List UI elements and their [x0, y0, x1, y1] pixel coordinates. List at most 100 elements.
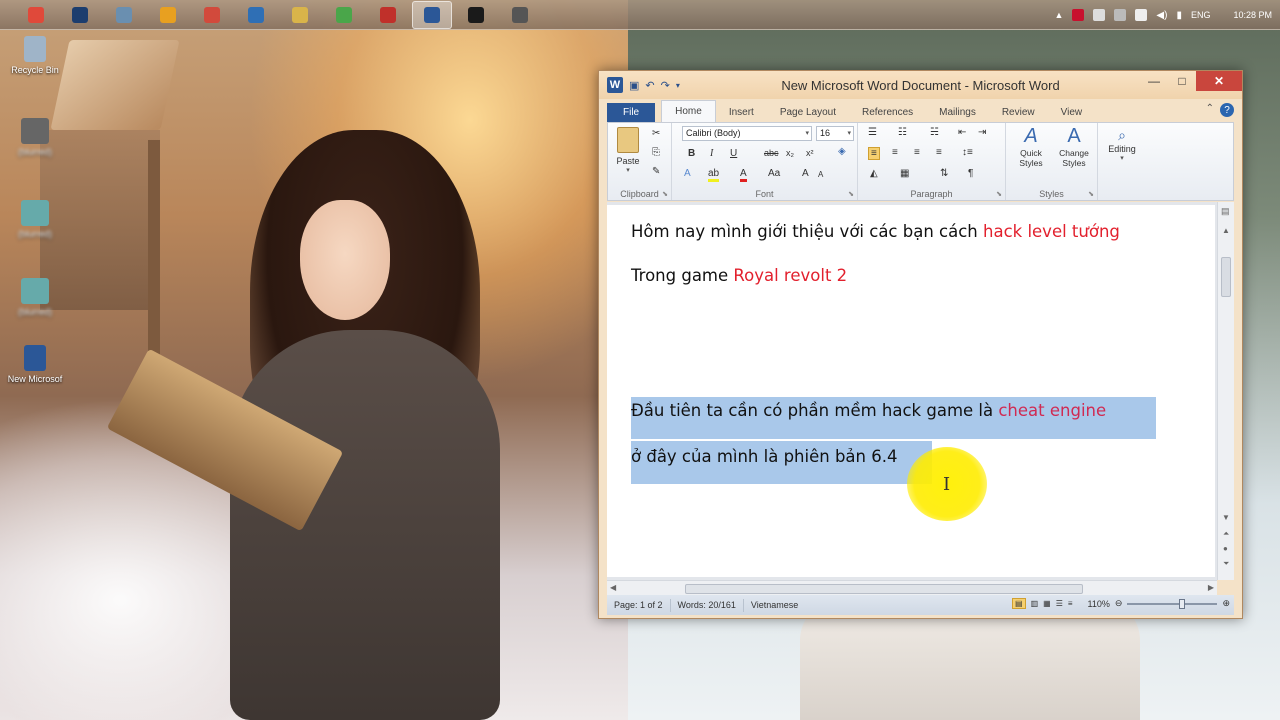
- desktop-icon-word-doc[interactable]: New Microsof: [0, 345, 70, 384]
- paragraph-launcher-icon[interactable]: ⬊: [996, 190, 1002, 198]
- change-styles-button[interactable]: A Change Styles: [1054, 125, 1094, 168]
- strikethrough-icon[interactable]: abc: [764, 148, 779, 158]
- superscript-icon[interactable]: x²: [806, 148, 814, 158]
- previous-page-icon[interactable]: ⏶: [1223, 529, 1229, 539]
- copy-icon[interactable]: ⎘: [652, 147, 660, 158]
- horizontal-scroll-thumb[interactable]: [685, 584, 1083, 594]
- language-indicator[interactable]: ENG: [1191, 10, 1211, 20]
- shrink-font-icon[interactable]: A: [818, 170, 823, 179]
- paste-button[interactable]: Paste ▾: [614, 127, 642, 174]
- tab-insert[interactable]: Insert: [716, 103, 767, 122]
- underline-icon[interactable]: U: [730, 148, 737, 159]
- taskbar-button-image-viewer[interactable]: [104, 1, 144, 29]
- taskbar-button-app-red[interactable]: [368, 1, 408, 29]
- vertical-scrollbar[interactable]: ▤ ▲ ▼ ⏶ ● ⏷: [1217, 202, 1234, 580]
- subscript-icon[interactable]: x₂: [786, 148, 794, 158]
- next-page-icon[interactable]: ⏷: [1223, 559, 1229, 569]
- tray-app-v-icon[interactable]: [1072, 9, 1085, 21]
- tray-app-icon[interactable]: [1093, 9, 1106, 21]
- taskbar-button-word[interactable]: [412, 0, 452, 29]
- highlight-icon[interactable]: ab: [708, 168, 720, 182]
- word-count[interactable]: Words: 20/161: [671, 598, 744, 612]
- taskbar-button-winamp[interactable]: [148, 1, 188, 29]
- editing-button[interactable]: ⌕ Editing ▾: [1102, 127, 1142, 162]
- web-layout-view-icon[interactable]: ▦: [1043, 599, 1051, 608]
- clock[interactable]: 10:28 PM: [1233, 10, 1272, 20]
- borders-icon[interactable]: ▦: [900, 168, 909, 179]
- tab-view[interactable]: View: [1048, 103, 1096, 122]
- scroll-right-icon[interactable]: ▶: [1208, 583, 1214, 592]
- taskbar-button-folder[interactable]: [280, 1, 320, 29]
- taskbar-button-globe[interactable]: [236, 1, 276, 29]
- tray-overflow-icon[interactable]: ▲: [1054, 10, 1063, 20]
- cut-icon[interactable]: ✂: [652, 128, 660, 139]
- network-icon[interactable]: ▮: [1176, 10, 1182, 21]
- desktop-icon-file-3[interactable]: (blurred): [0, 278, 70, 317]
- numbering-icon[interactable]: ☷: [898, 127, 907, 138]
- horizontal-scrollbar[interactable]: ◀ ▶: [607, 580, 1217, 596]
- align-center-icon[interactable]: ≡: [892, 147, 898, 158]
- tray-flag-icon[interactable]: [1135, 9, 1148, 21]
- zoom-in-icon[interactable]: ⊕: [1222, 598, 1230, 609]
- page-count[interactable]: Page: 1 of 2: [607, 598, 671, 612]
- font-launcher-icon[interactable]: ⬊: [848, 190, 854, 198]
- vertical-scroll-thumb[interactable]: [1221, 257, 1231, 297]
- desktop-icon-file-2[interactable]: (blurred): [0, 200, 70, 239]
- align-left-icon[interactable]: ≡: [868, 147, 880, 160]
- sort-icon[interactable]: ⇅: [940, 168, 948, 179]
- help-icon[interactable]: ?: [1220, 103, 1234, 117]
- font-color-icon[interactable]: A: [740, 168, 747, 182]
- title-bar[interactable]: W ▣ ↶ ↷ ▾ New Microsoft Word Document - …: [599, 71, 1242, 99]
- zoom-slider-thumb[interactable]: [1179, 598, 1186, 609]
- format-painter-icon[interactable]: ✎: [652, 166, 660, 177]
- desktop-icon-file-1[interactable]: (blurred): [0, 118, 70, 157]
- zoom-out-icon[interactable]: ⊖: [1115, 598, 1123, 609]
- show-formatting-icon[interactable]: ¶: [968, 168, 973, 179]
- close-button[interactable]: ✕: [1196, 71, 1242, 91]
- increase-indent-icon[interactable]: ⇥: [978, 127, 986, 138]
- font-size-combo[interactable]: 16 ▾: [816, 126, 854, 141]
- taskbar-button-paint[interactable]: [192, 1, 232, 29]
- decrease-indent-icon[interactable]: ⇤: [958, 127, 966, 138]
- taskbar-button-chrome[interactable]: [16, 1, 56, 29]
- zoom-level[interactable]: 110%: [1088, 599, 1110, 609]
- ruler-toggle-icon[interactable]: ▤: [1221, 206, 1230, 217]
- taskbar-button-photoshop[interactable]: [60, 1, 100, 29]
- scroll-up-icon[interactable]: ▲: [1222, 226, 1230, 235]
- desktop-icon-recycle-bin[interactable]: Recycle Bin: [0, 36, 70, 75]
- draft-view-icon[interactable]: ≡: [1068, 599, 1073, 608]
- text-effects-icon[interactable]: A: [684, 168, 691, 179]
- document-page[interactable]: Hôm nay mình giới thiệu với các bạn cách…: [607, 205, 1215, 577]
- browse-object-icon[interactable]: ●: [1223, 544, 1228, 553]
- minimize-button[interactable]: —: [1140, 71, 1168, 91]
- full-screen-view-icon[interactable]: ▥: [1031, 599, 1039, 608]
- taskbar-button-euro[interactable]: [456, 1, 496, 29]
- print-layout-view-icon[interactable]: ▤: [1012, 598, 1026, 609]
- styles-launcher-icon[interactable]: ⬊: [1088, 190, 1094, 198]
- clear-formatting-icon[interactable]: ◈: [838, 146, 846, 157]
- quick-styles-button[interactable]: A Quick Styles: [1012, 125, 1050, 168]
- zoom-slider[interactable]: [1127, 598, 1218, 609]
- volume-icon[interactable]: ◀): [1156, 10, 1167, 21]
- minimize-ribbon-icon[interactable]: ⌃: [1206, 103, 1214, 117]
- multilevel-list-icon[interactable]: ☵: [930, 127, 939, 138]
- taskbar-button-utorrent[interactable]: [324, 1, 364, 29]
- justify-icon[interactable]: ≡: [936, 147, 942, 158]
- line-spacing-icon[interactable]: ↕≡: [962, 147, 973, 158]
- change-case-icon[interactable]: Aa: [768, 168, 780, 179]
- tab-home[interactable]: Home: [661, 100, 716, 122]
- italic-icon[interactable]: I: [710, 148, 713, 159]
- outline-view-icon[interactable]: ☰: [1056, 599, 1063, 608]
- font-family-combo[interactable]: Calibri (Body) ▾: [682, 126, 812, 141]
- shading-icon[interactable]: ◭: [870, 168, 878, 179]
- bullets-icon[interactable]: ☰: [868, 127, 877, 138]
- tray-app2-icon[interactable]: [1114, 9, 1127, 21]
- maximize-button[interactable]: □: [1168, 71, 1196, 91]
- tab-page-layout[interactable]: Page Layout: [767, 103, 849, 122]
- tab-references[interactable]: References: [849, 103, 926, 122]
- align-right-icon[interactable]: ≡: [914, 147, 920, 158]
- tab-mailings[interactable]: Mailings: [926, 103, 989, 122]
- tab-review[interactable]: Review: [989, 103, 1048, 122]
- scroll-down-icon[interactable]: ▼: [1222, 513, 1230, 522]
- scroll-left-icon[interactable]: ◀: [610, 583, 616, 592]
